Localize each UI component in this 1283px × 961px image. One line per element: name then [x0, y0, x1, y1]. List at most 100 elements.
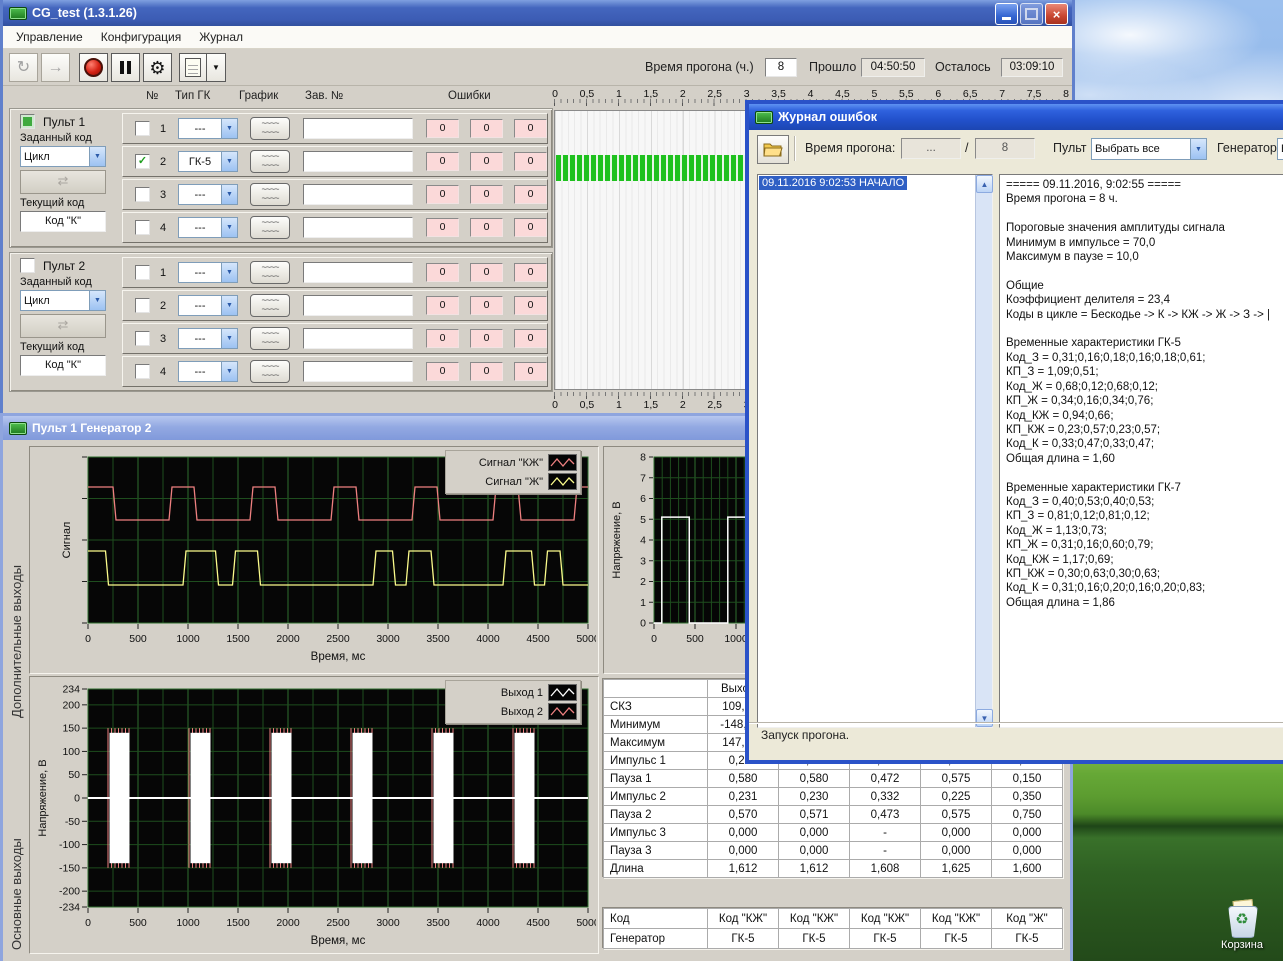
main-titlebar[interactable]: CG_test (1.3.1.26) ×	[3, 0, 1072, 26]
generator-enable-checkbox[interactable]: ✓	[135, 154, 150, 169]
graph-button[interactable]: ~~~~~~~~	[250, 216, 290, 239]
row-label-cell: СКЗ	[604, 698, 708, 716]
menu-item-Конфигурация[interactable]: Конфигурация	[92, 27, 191, 47]
serial-number-input[interactable]	[303, 262, 413, 283]
gk-type-select[interactable]: ---▼	[178, 361, 238, 382]
pult-select-arrow-icon[interactable]: ▼	[1190, 139, 1206, 159]
toolbar-separator	[794, 136, 795, 161]
value-cell: 0,225	[921, 788, 992, 806]
set-code-value: Цикл	[21, 295, 89, 307]
chevron-down-icon[interactable]: ▼	[221, 263, 237, 282]
generator-row: 4---▼~~~~~~~~000	[122, 212, 548, 243]
dialog-runtime-label: Время прогона:	[805, 141, 895, 155]
settings-button[interactable]: ⚙	[143, 53, 172, 82]
gk-type-select[interactable]: ГК-5▼	[178, 151, 238, 172]
graph-button[interactable]: ~~~~~~~~	[250, 261, 290, 284]
svg-text:-150: -150	[59, 862, 80, 874]
serial-number-input[interactable]	[303, 295, 413, 316]
open-log-button[interactable]	[757, 135, 789, 164]
chevron-down-icon[interactable]: ▼	[221, 185, 237, 204]
chevron-down-icon[interactable]: ▼	[221, 362, 237, 381]
gear-icon: ⚙	[149, 59, 165, 77]
graph-button[interactable]: ~~~~~~~~	[250, 327, 290, 350]
set-code-select[interactable]: Цикл▼	[20, 146, 106, 167]
pult-2-enable-checkbox[interactable]	[20, 258, 35, 273]
generator-enable-checkbox[interactable]	[135, 331, 150, 346]
maximize-button[interactable]	[1020, 3, 1043, 25]
chevron-down-icon[interactable]: ▼	[221, 296, 237, 315]
gk-type-select[interactable]: ---▼	[178, 295, 238, 316]
serial-number-input[interactable]	[303, 217, 413, 238]
recycle-bin-desktop-icon[interactable]: ♻ Корзина	[1213, 898, 1271, 951]
legend-row[interactable]: Сигнал "КЖ"	[449, 453, 577, 472]
generator-enable-checkbox[interactable]	[135, 187, 150, 202]
generator-enable-checkbox[interactable]	[135, 220, 150, 235]
generator-enable-checkbox[interactable]	[135, 298, 150, 313]
pult-select[interactable]: Выбрать все ▼	[1091, 138, 1207, 160]
dialog-titlebar[interactable]: Журнал ошибок	[749, 104, 1283, 130]
report-dropdown-button[interactable]: ▼	[206, 53, 226, 82]
generator-enable-checkbox[interactable]	[135, 121, 150, 136]
value-cell: 0,000	[921, 842, 992, 860]
log-list-item-selected[interactable]: 09.11.2016 9:02:53 НАЧАЛО	[759, 176, 907, 190]
gk-type-select[interactable]: ---▼	[178, 217, 238, 238]
generator-enable-checkbox[interactable]	[135, 364, 150, 379]
gk-type-select[interactable]: ---▼	[178, 184, 238, 205]
graph-button[interactable]: ~~~~~~~~	[250, 294, 290, 317]
graph-button[interactable]: ~~~~~~~~	[250, 183, 290, 206]
chevron-down-icon[interactable]: ▼	[221, 329, 237, 348]
gk-type-select[interactable]: ---▼	[178, 328, 238, 349]
menu-item-Журнал[interactable]: Журнал	[190, 27, 252, 47]
serial-number-input[interactable]	[303, 118, 413, 139]
swap-code-button[interactable]: ⇄	[20, 314, 106, 338]
serial-number-input[interactable]	[303, 151, 413, 172]
generator-enable-checkbox[interactable]	[135, 265, 150, 280]
svg-text:Напряжение, В: Напряжение, В	[611, 501, 623, 578]
row-label-cell: Код	[604, 909, 708, 929]
generator-select[interactable]: Выбрать все ▼	[1277, 138, 1283, 160]
chevron-down-icon[interactable]: ▼	[221, 119, 237, 138]
close-button[interactable]: ×	[1045, 3, 1068, 25]
graph-button[interactable]: ~~~~~~~~	[250, 150, 290, 173]
runtime-input[interactable]: 8	[765, 58, 797, 77]
legend-row[interactable]: Сигнал "Ж"	[449, 472, 577, 491]
chevron-down-icon[interactable]: ▼	[89, 147, 105, 166]
scroll-up-icon[interactable]: ▲	[976, 175, 993, 193]
run-button[interactable]: →	[41, 53, 70, 82]
chevron-down-icon[interactable]: ▼	[89, 291, 105, 310]
value-cell: -	[850, 842, 921, 860]
minimize-button[interactable]	[995, 3, 1018, 25]
report-button[interactable]	[179, 53, 207, 82]
swap-code-button[interactable]: ⇄	[20, 170, 106, 194]
value-cell: ГК-5	[992, 929, 1063, 949]
svg-text:4000: 4000	[476, 633, 500, 645]
serial-number-input[interactable]	[303, 361, 413, 382]
gk-type-select[interactable]: ---▼	[178, 262, 238, 283]
serial-number-input[interactable]	[303, 328, 413, 349]
chevron-down-icon[interactable]: ▼	[221, 218, 237, 237]
svg-text:3500: 3500	[426, 633, 450, 645]
svg-text:4: 4	[640, 535, 646, 547]
list-scrollbar[interactable]: ▲ ▼	[975, 175, 992, 727]
chevron-down-icon[interactable]: ▼	[221, 152, 237, 171]
svg-text:50: 50	[68, 769, 80, 781]
pult-1-enable-checkbox[interactable]	[20, 114, 35, 129]
menu-item-Управление[interactable]: Управление	[7, 27, 92, 47]
graph-button[interactable]: ~~~~~~~~	[250, 117, 290, 140]
pause-icon	[120, 61, 131, 74]
graph-button[interactable]: ~~~~~~~~	[250, 360, 290, 383]
main-toolbar: ↻ → ⚙ ▼ Время прогона (ч.) 8 Прошло 04:5…	[3, 49, 1072, 86]
code-table: КодКод "КЖ"Код "КЖ"Код "КЖ"Код "КЖ"Код "…	[603, 908, 1063, 949]
gk-type-select[interactable]: ---▼	[178, 118, 238, 139]
serial-number-input[interactable]	[303, 184, 413, 205]
sync-button[interactable]: ↻	[9, 53, 38, 82]
runtime-from-field[interactable]: ...	[901, 138, 961, 159]
runtime-to-field[interactable]: 8	[975, 138, 1035, 159]
error-count-field: 0	[470, 218, 503, 237]
pult-group-1: Пульт 1Заданный кодЦикл▼⇄Текущий кодКод …	[9, 108, 553, 248]
legend-row[interactable]: Выход 2	[449, 702, 577, 721]
legend-row[interactable]: Выход 1	[449, 683, 577, 702]
stop-button[interactable]	[79, 53, 108, 82]
pause-button[interactable]	[111, 53, 140, 82]
set-code-select[interactable]: Цикл▼	[20, 290, 106, 311]
